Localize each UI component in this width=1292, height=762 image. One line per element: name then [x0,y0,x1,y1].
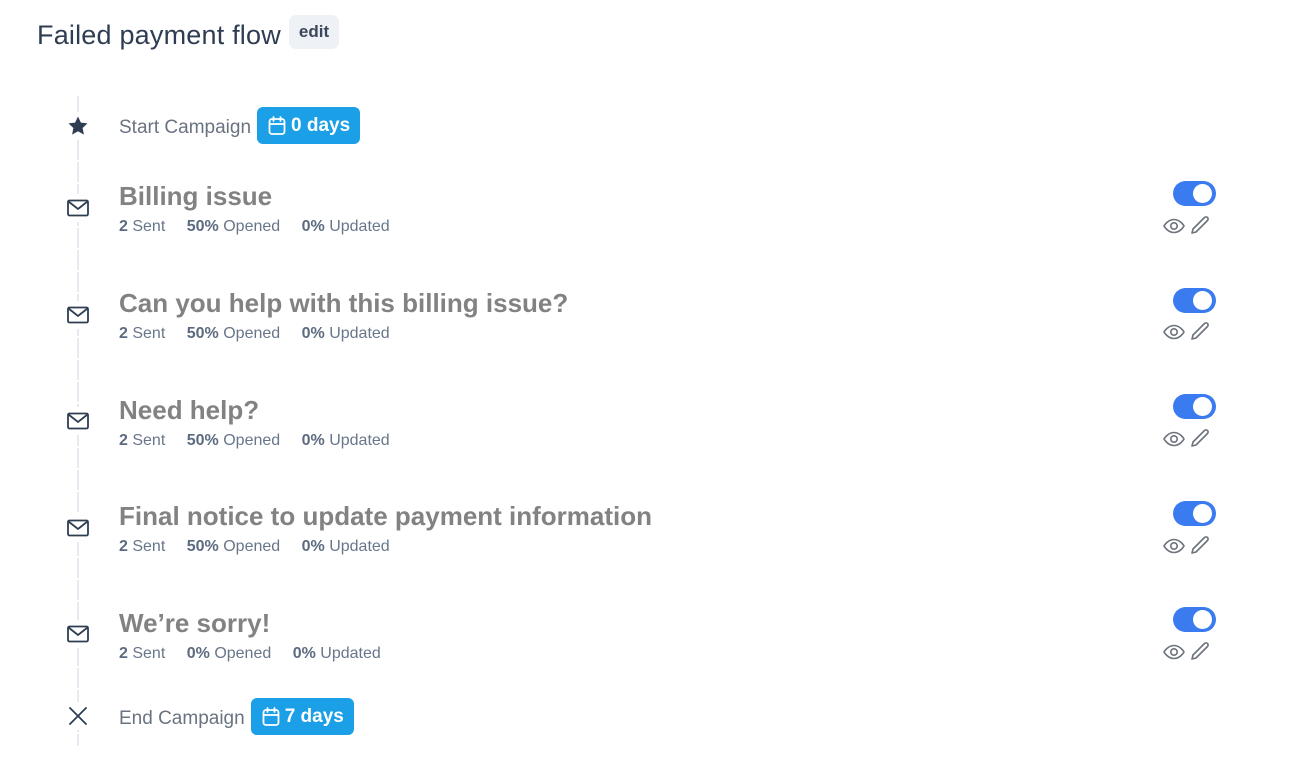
opened-rate: 50% [186,218,219,235]
opened-label: Opened [223,538,281,555]
start-campaign-label: Start Campaign [119,116,252,138]
mail-icon [64,407,92,435]
step-title[interactable]: Final notice to update payment informati… [119,501,652,532]
edit-button[interactable]: edit [288,14,340,49]
page-header: Failed payment flow edit [37,12,340,51]
end-days-value: 7 days [284,705,344,727]
sent-label: Sent [132,538,166,555]
end-campaign-row: End Campaign 7 days [119,698,354,735]
step-title[interactable]: Need help? [119,395,259,426]
step-stats: 2 Sent 50% Opened 0% Updated [119,218,407,236]
pencil-icon[interactable] [1188,320,1212,344]
step-stats: 2 Sent 50% Opened 0% Updated [119,432,407,450]
opened-label: Opened [223,218,281,235]
opened-rate: 0% [186,645,210,662]
eye-icon[interactable] [1162,640,1186,664]
mail-icon [64,620,92,648]
updated-label: Updated [329,218,390,235]
opened-rate: 50% [186,432,219,449]
calendar-icon [262,706,280,726]
eye-icon[interactable] [1162,427,1186,451]
start-days-value: 0 days [291,114,351,136]
opened-rate: 50% [186,325,219,342]
updated-label: Updated [329,432,390,449]
mail-icon [64,301,92,329]
updated-rate: 0% [301,432,325,449]
sent-label: Sent [132,325,166,342]
sent-label: Sent [132,432,166,449]
sent-count: 2 [119,645,128,662]
start-days-badge[interactable]: 0 days [257,107,361,144]
pencil-icon[interactable] [1188,427,1212,451]
calendar-icon [268,115,286,135]
step-enabled-toggle[interactable] [1173,181,1216,206]
sent-count: 2 [119,538,128,555]
toggle-knob [1193,397,1212,416]
opened-label: Opened [223,432,281,449]
sent-label: Sent [132,218,166,235]
eye-icon[interactable] [1162,320,1186,344]
step-enabled-toggle[interactable] [1173,607,1216,632]
step-enabled-toggle[interactable] [1173,288,1216,313]
step-enabled-toggle[interactable] [1173,501,1216,526]
opened-label: Opened [223,325,281,342]
step-stats: 2 Sent 50% Opened 0% Updated [119,325,407,343]
step-stats: 2 Sent 0% Opened 0% Updated [119,645,398,663]
toggle-knob [1193,291,1212,310]
sent-count: 2 [119,218,128,235]
step-stats: 2 Sent 50% Opened 0% Updated [119,538,407,556]
step-enabled-toggle[interactable] [1173,394,1216,419]
updated-rate: 0% [292,645,316,662]
end-days-badge[interactable]: 7 days [250,698,354,735]
opened-label: Opened [214,645,272,662]
pencil-icon[interactable] [1188,214,1212,238]
toggle-knob [1193,504,1212,523]
updated-rate: 0% [301,325,325,342]
step-title[interactable]: Can you help with this billing issue? [119,288,568,319]
pencil-icon[interactable] [1188,534,1212,558]
close-icon [64,702,92,730]
sent-count: 2 [119,432,128,449]
step-title[interactable]: We’re sorry! [119,608,270,639]
sent-label: Sent [132,645,166,662]
mail-icon [64,514,92,542]
end-campaign-label: End Campaign [119,707,245,729]
updated-label: Updated [329,325,390,342]
eye-icon[interactable] [1162,214,1186,238]
opened-rate: 50% [186,538,219,555]
mail-icon [64,194,92,222]
updated-label: Updated [320,645,381,662]
toggle-knob [1193,184,1212,203]
updated-rate: 0% [301,218,325,235]
start-campaign-row: Start Campaign 0 days [119,107,361,144]
updated-label: Updated [329,538,390,555]
sent-count: 2 [119,325,128,342]
eye-icon[interactable] [1162,534,1186,558]
step-title[interactable]: Billing issue [119,181,272,212]
star-icon [64,112,92,140]
page-title: Failed payment flow [37,20,281,50]
pencil-icon[interactable] [1188,640,1212,664]
toggle-knob [1193,610,1212,629]
updated-rate: 0% [301,538,325,555]
